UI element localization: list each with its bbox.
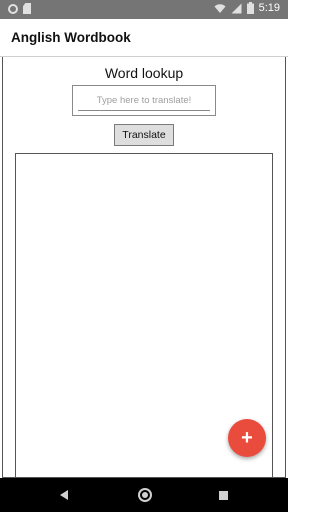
add-button[interactable]: +	[228, 419, 266, 457]
cell-signal-icon	[231, 3, 242, 13]
sd-card-icon	[23, 3, 31, 14]
plus-icon: +	[241, 427, 253, 449]
search-box[interactable]	[72, 85, 216, 116]
recents-icon[interactable]	[219, 491, 228, 500]
circle-notification-icon	[8, 3, 18, 14]
status-bar: 5:19	[0, 0, 288, 19]
lookup-title: Word lookup	[104, 65, 184, 81]
status-time: 5:19	[258, 2, 280, 14]
wifi-icon	[214, 3, 226, 13]
app-bar: Anglish Wordbook	[0, 19, 288, 57]
app-title: Anglish Wordbook	[11, 30, 131, 45]
translate-button[interactable]: Translate	[114, 124, 174, 146]
search-input[interactable]	[77, 92, 211, 108]
status-left-icons	[8, 3, 31, 14]
nav-bar	[0, 478, 288, 512]
back-icon[interactable]	[60, 490, 68, 500]
search-underline	[78, 110, 210, 111]
status-right-icons: 5:19	[214, 2, 280, 14]
home-icon[interactable]	[138, 488, 152, 502]
battery-icon	[246, 2, 254, 14]
